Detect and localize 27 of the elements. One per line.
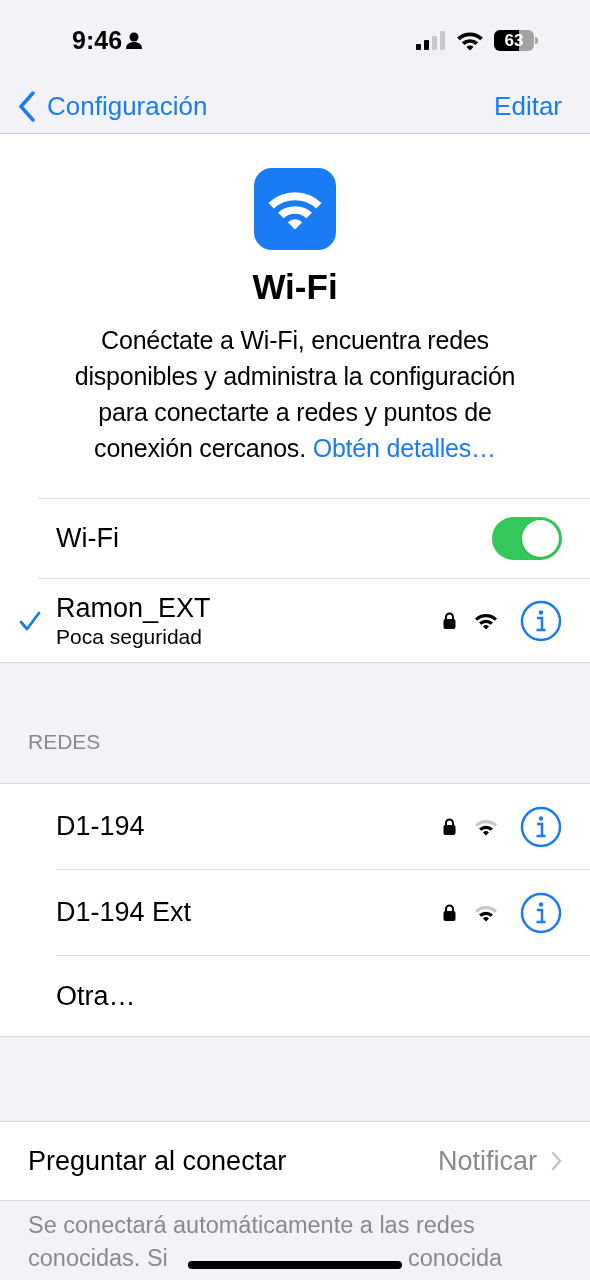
description: Conéctate a Wi-Fi, encuentra redes disponibles y administra la configuración para conectarte a redes y puntos de conexión cercanos. Obtén detalles… [73, 325, 517, 464]
cellular-signal-icon [416, 31, 446, 50]
info-icon[interactable] [520, 891, 562, 934]
footer-note: Se conectará automáticamente a las redes [28, 1212, 475, 1238]
network-name[interactable]: Ramon_EXT [56, 591, 443, 624]
back-chevron-icon [18, 91, 35, 122]
chevron-icon [551, 1151, 562, 1171]
wifi-label: Wi-Fi [56, 522, 119, 556]
section-header: REDES [28, 728, 101, 755]
network-name[interactable]: Otra… [56, 975, 562, 1017]
details-link[interactable]: Obtén detalles… [312, 434, 496, 462]
security-note: Poca seguridad [56, 623, 203, 650]
back-button[interactable]: Configuración [18, 87, 208, 126]
person-icon [126, 32, 143, 49]
ask-to-join-label: Preguntar al conectar [28, 1144, 287, 1178]
wifi-app-icon [254, 168, 336, 250]
page-title: Wi-Fi [252, 266, 338, 308]
footer-note: conocida [408, 1244, 503, 1273]
wifi-icon [456, 30, 484, 51]
clock: 9:46 [72, 24, 123, 56]
footer-note: conocidas. Si [28, 1244, 169, 1273]
network-name[interactable]: D1-194 Ext [56, 892, 443, 933]
edit-button[interactable]: Editar [494, 87, 562, 126]
network-name[interactable]: D1-194 [56, 806, 443, 847]
wifi-toggle[interactable] [492, 517, 562, 560]
info-icon[interactable] [520, 599, 562, 642]
info-icon[interactable] [520, 805, 562, 848]
